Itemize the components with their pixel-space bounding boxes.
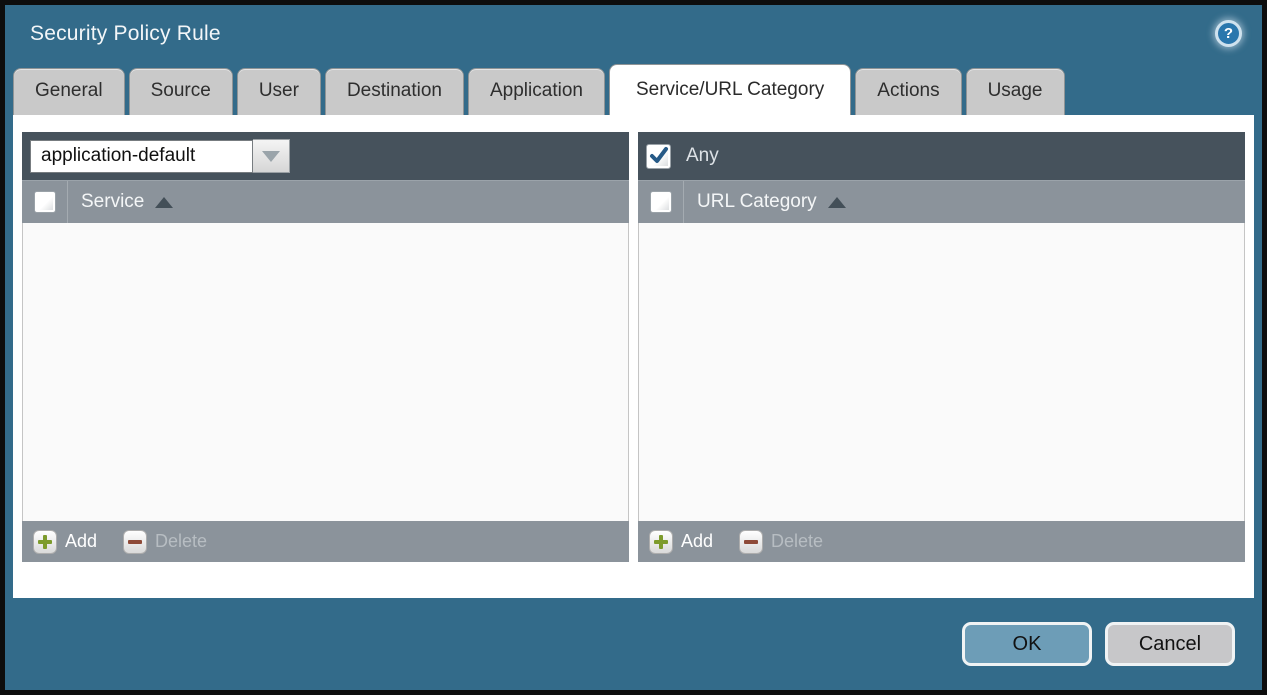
cancel-button[interactable]: Cancel [1105, 622, 1235, 666]
service-select-all-cell [22, 181, 68, 223]
service-type-dropdown[interactable]: application-default [30, 139, 290, 173]
sort-ascending-icon [828, 197, 846, 208]
service-delete-label: Delete [155, 531, 207, 552]
select-all-services-checkbox[interactable] [34, 191, 56, 213]
service-panel: application-default Service [22, 132, 629, 562]
any-checkbox[interactable] [646, 144, 671, 169]
title-bar: Security Policy Rule ? [5, 5, 1262, 62]
minus-icon [739, 530, 763, 554]
plus-icon [33, 530, 57, 554]
url-category-add-button[interactable]: Add [649, 530, 713, 554]
service-delete-button[interactable]: Delete [123, 530, 207, 554]
service-panel-header: application-default [22, 132, 629, 180]
chevron-down-icon [262, 151, 280, 162]
url-category-delete-label: Delete [771, 531, 823, 552]
dialog-action-bar: OK Cancel [5, 598, 1262, 690]
url-category-panel-header: Any [638, 132, 1245, 180]
tab-strip: General Source User Destination Applicat… [5, 62, 1262, 115]
any-label: Any [686, 145, 719, 167]
url-category-list [638, 223, 1245, 521]
minus-icon [123, 530, 147, 554]
url-category-panel: Any URL Category [638, 132, 1245, 562]
tab-usage[interactable]: Usage [966, 68, 1065, 115]
tab-content: application-default Service [13, 115, 1254, 598]
service-type-dropdown-value[interactable]: application-default [30, 140, 253, 173]
check-icon [649, 146, 669, 166]
service-column-label: Service [81, 191, 144, 213]
url-category-delete-button[interactable]: Delete [739, 530, 823, 554]
service-type-dropdown-button[interactable] [253, 139, 290, 173]
url-category-column-label: URL Category [697, 191, 817, 213]
tab-user[interactable]: User [237, 68, 321, 115]
tab-service-url-category[interactable]: Service/URL Category [609, 64, 851, 115]
url-category-column-sort[interactable]: URL Category [684, 191, 846, 213]
service-list [22, 223, 629, 521]
service-panel-footer: Add Delete [22, 521, 629, 562]
help-icon-glyph: ? [1224, 25, 1233, 42]
tab-destination[interactable]: Destination [325, 68, 464, 115]
service-column-sort[interactable]: Service [68, 191, 173, 213]
ok-button[interactable]: OK [962, 622, 1092, 666]
panels: application-default Service [22, 132, 1245, 562]
tab-actions[interactable]: Actions [855, 68, 961, 115]
plus-icon [649, 530, 673, 554]
url-category-panel-footer: Add Delete [638, 521, 1245, 562]
url-category-add-label: Add [681, 531, 713, 552]
sort-ascending-icon [155, 197, 173, 208]
dialog-title: Security Policy Rule [30, 22, 1215, 46]
tab-application[interactable]: Application [468, 68, 605, 115]
tab-general[interactable]: General [13, 68, 125, 115]
service-column-header: Service [22, 180, 629, 223]
url-category-select-all-cell [638, 181, 684, 223]
service-add-label: Add [65, 531, 97, 552]
url-category-column-header: URL Category [638, 180, 1245, 223]
service-add-button[interactable]: Add [33, 530, 97, 554]
security-policy-rule-dialog: Security Policy Rule ? General Source Us… [0, 0, 1267, 695]
tab-source[interactable]: Source [129, 68, 233, 115]
help-icon[interactable]: ? [1215, 20, 1242, 47]
select-all-url-categories-checkbox[interactable] [650, 191, 672, 213]
